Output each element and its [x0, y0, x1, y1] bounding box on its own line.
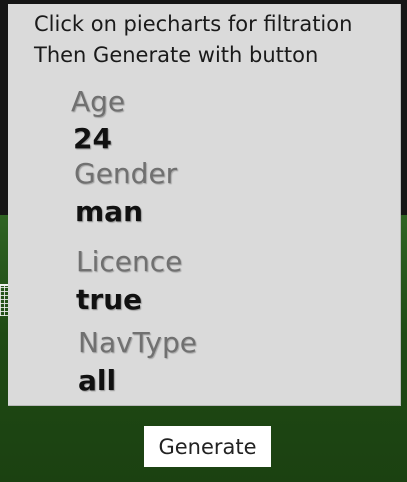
gender-value: man — [75, 195, 144, 228]
instruction-line-2: Then Generate with button — [34, 43, 319, 67]
generate-button[interactable]: Generate — [144, 426, 271, 467]
filter-panel: Click on piecharts for filtration Then G… — [8, 4, 401, 406]
licence-value: true — [76, 283, 143, 316]
age-value: 24 — [73, 122, 112, 155]
instruction-line-1: Click on piecharts for filtration — [34, 12, 353, 36]
gender-label: Gender — [74, 157, 178, 190]
game-scene: Click on piecharts for filtration Then G… — [0, 0, 407, 482]
navtype-label: NavType — [78, 326, 197, 359]
navtype-value: all — [78, 364, 117, 397]
age-label: Age — [71, 85, 126, 118]
licence-label: Licence — [76, 245, 183, 278]
